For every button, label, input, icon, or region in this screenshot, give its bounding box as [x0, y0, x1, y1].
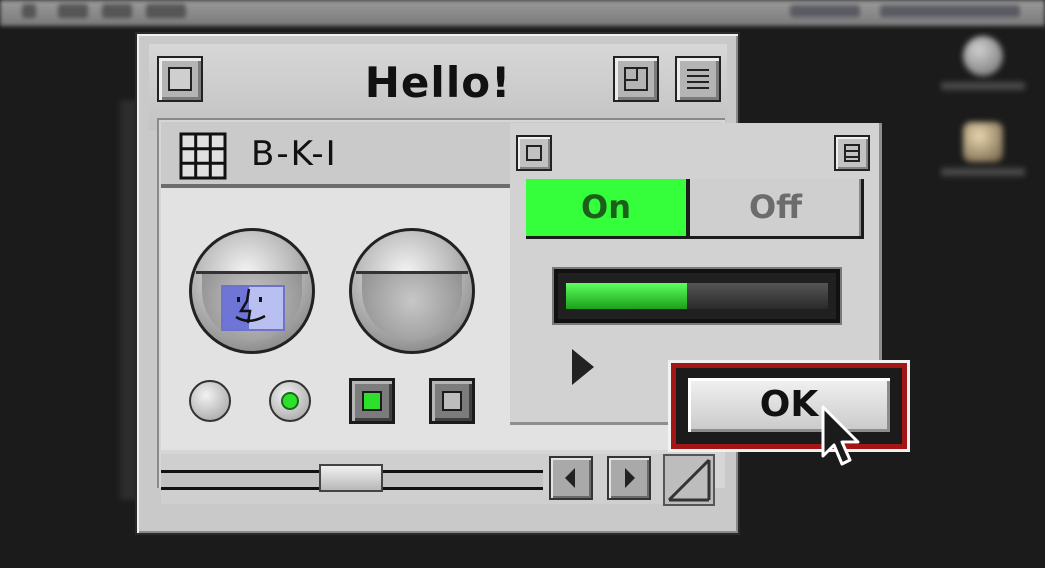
desktop-icon-disk[interactable] — [938, 122, 1028, 176]
menu-bar — [0, 0, 1045, 26]
collapse-box-icon[interactable] — [834, 135, 870, 171]
on-off-segmented-control: On Off — [526, 179, 864, 239]
arrow-left-icon[interactable] — [549, 456, 593, 500]
panel-title: B-K-I — [251, 134, 338, 174]
grid-icon — [179, 132, 227, 180]
horizontal-scrollbar[interactable] — [161, 454, 667, 504]
close-box-icon[interactable] — [516, 135, 552, 171]
zoom-box-icon[interactable] — [613, 56, 659, 102]
finder-icon — [221, 285, 285, 331]
grow-box-icon[interactable] — [663, 454, 715, 506]
collapse-box-icon[interactable] — [675, 56, 721, 102]
on-segment[interactable]: On — [526, 179, 690, 236]
radio-button-on[interactable] — [269, 380, 311, 422]
progress-bar — [554, 269, 840, 323]
off-segment[interactable]: Off — [690, 179, 861, 236]
checkbox-unchecked[interactable] — [429, 378, 475, 424]
arrow-right-icon[interactable] — [607, 456, 651, 500]
progress-fill — [566, 283, 687, 309]
blank-knob-button[interactable] — [349, 228, 475, 354]
checkbox-checked[interactable] — [349, 378, 395, 424]
radio-button-off[interactable] — [189, 380, 231, 422]
pointer-cursor-icon — [821, 405, 860, 466]
finder-knob-button[interactable] — [189, 228, 315, 354]
scroll-thumb[interactable] — [319, 464, 383, 492]
disclosure-triangle-icon[interactable] — [572, 349, 594, 385]
desktop-icon-drive[interactable] — [938, 36, 1028, 90]
